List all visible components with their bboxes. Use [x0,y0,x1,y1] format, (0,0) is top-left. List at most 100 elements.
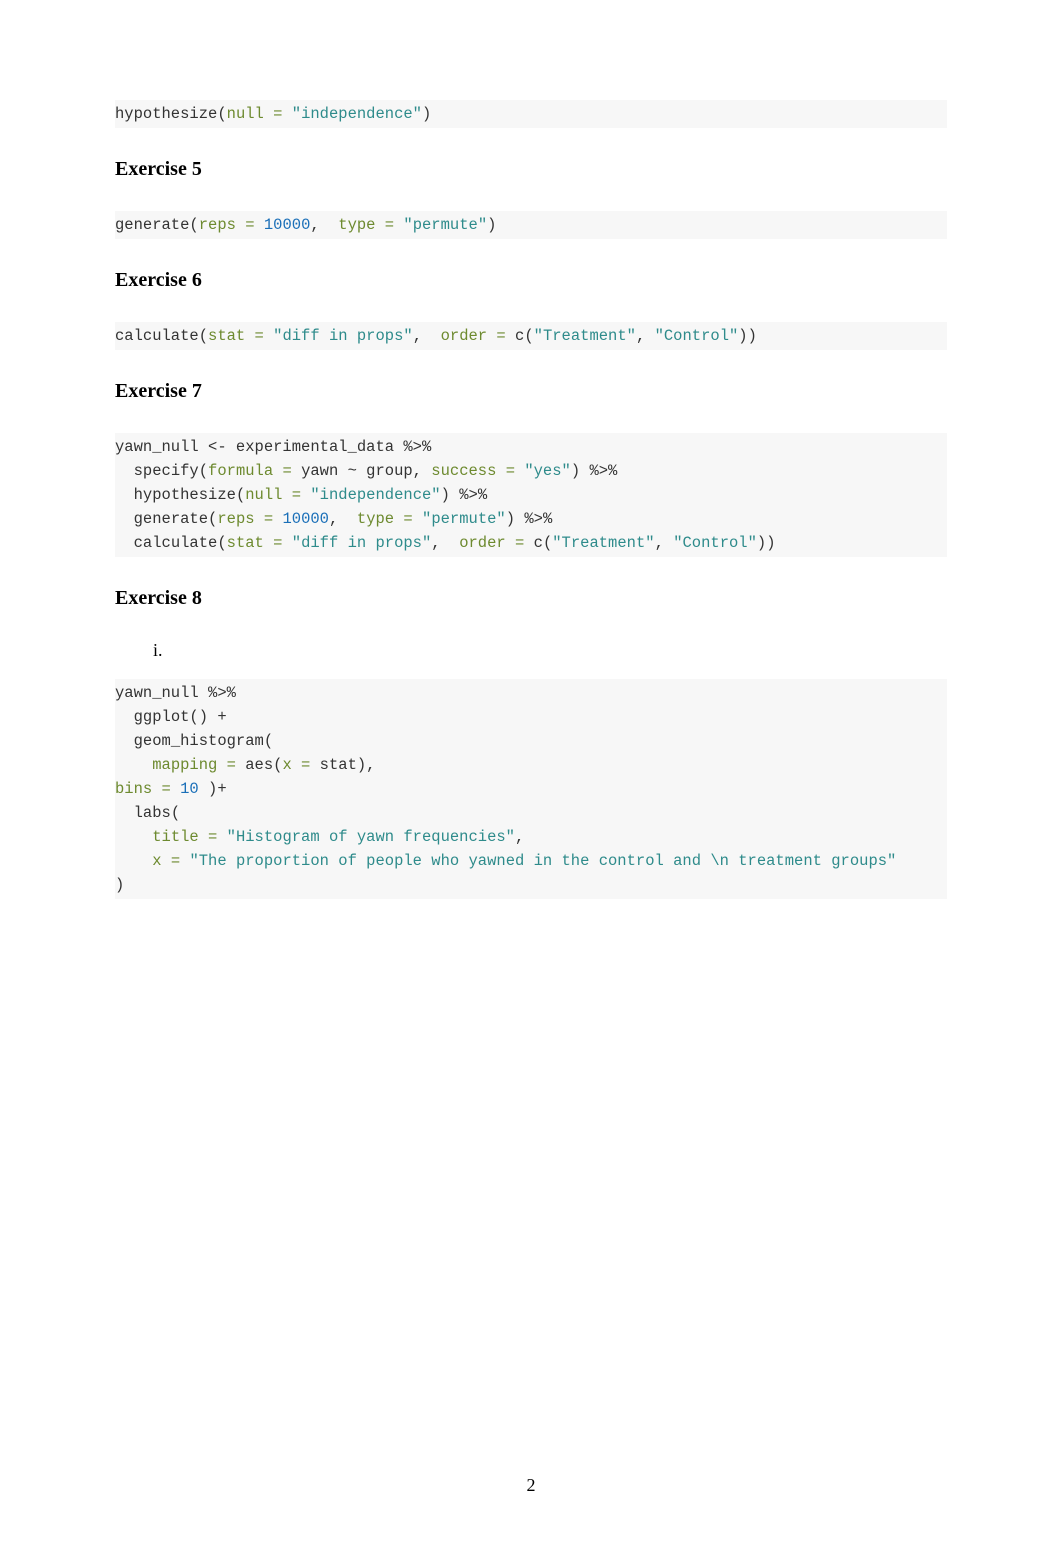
code-token [115,510,134,528]
code-token: ) [487,216,496,234]
code-token: ggplot [134,708,190,726]
code-token: calculate [134,534,218,552]
code-token: "diff in props" [273,327,413,345]
code-token: , [636,327,655,345]
code-token: %>% [589,462,617,480]
document-page: hypothesize(null = "independence") Exerc… [0,0,1062,1556]
code-block-hypothesize: hypothesize(null = "independence") [115,100,947,128]
code-token [115,486,134,504]
code-token: ) [199,780,218,798]
code-token: "permute" [403,216,487,234]
code-token: 10000 [264,216,311,234]
code-token: geom_histogram [134,732,264,750]
heading-exercise-7: Exercise 7 [115,380,947,403]
code-token: ( [189,216,198,234]
code-token: generate [134,510,208,528]
code-token: stat = [208,327,273,345]
code-token: "Treatment" [534,327,636,345]
code-token: )) [757,534,776,552]
code-token: ( [217,534,226,552]
code-token: , [413,327,441,345]
code-token: "Treatment" [552,534,654,552]
code-token [115,804,134,822]
code-token: specify [134,462,199,480]
code-token: yawn_null [115,684,208,702]
code-token: )) [738,327,757,345]
code-token: ) [115,876,124,894]
code-token: reps = [199,216,264,234]
code-token: aes [245,756,273,774]
code-token: <- [208,438,227,456]
code-token: hypothesize [115,105,217,123]
list-item-roman: i. [153,640,947,661]
code-token: "independence" [292,105,422,123]
page-number: 2 [0,1475,1062,1496]
code-token: order = [441,327,515,345]
heading-exercise-5: Exercise 5 [115,158,947,181]
code-token: + [217,708,226,726]
code-token: "yes" [524,462,571,480]
code-block-generate: generate(reps = 10000, type = "permute") [115,211,947,239]
code-token: , [515,828,524,846]
code-token: x = [282,756,319,774]
code-token: ( [236,486,245,504]
code-token: null = [245,486,310,504]
code-token: () [189,708,217,726]
code-token: ( [524,327,533,345]
code-token: x = [152,852,189,870]
code-token: ( [264,732,273,750]
code-token: type = [357,510,422,528]
code-token: ( [217,105,226,123]
code-token: mapping = [152,756,245,774]
code-token: c [515,327,524,345]
code-token: %>% [403,438,431,456]
heading-exercise-6: Exercise 6 [115,269,947,292]
code-token: stat = [227,534,292,552]
code-token [115,534,134,552]
code-block-calculate: calculate(stat = "diff in props", order … [115,322,947,350]
code-token: ) [441,486,460,504]
code-token [115,708,134,726]
code-token: labs [134,804,171,822]
code-token: yawn_null [115,438,208,456]
code-token: ( [208,510,217,528]
code-token: ( [171,804,180,822]
code-token: , [431,534,459,552]
code-token: %>% [208,684,236,702]
code-token: reps = [217,510,282,528]
code-token: hypothesize [134,486,236,504]
code-token: , [329,510,357,528]
code-token [115,828,152,846]
code-token: ( [199,327,208,345]
code-token [115,462,134,480]
code-token: type = [338,216,403,234]
code-token: %>% [524,510,552,528]
code-token: ( [543,534,552,552]
code-token: c [534,534,543,552]
code-token: bins = [115,780,180,798]
code-token: calculate [115,327,199,345]
code-token: ) [422,105,431,123]
code-token: ) [506,510,525,528]
code-token [115,852,152,870]
code-token: stat), [320,756,376,774]
code-token: , [655,534,674,552]
code-token: formula = [208,462,301,480]
code-token: yawn ~ group, [301,462,431,480]
code-block-ggplot: yawn_null %>% ggplot() + geom_histogram(… [115,679,947,899]
code-token: experimental_data [227,438,404,456]
heading-exercise-8: Exercise 8 [115,587,947,610]
code-token: ( [199,462,208,480]
code-token: "independence" [310,486,440,504]
code-token: generate [115,216,189,234]
code-token: ) [571,462,590,480]
code-block-pipeline: yawn_null <- experimental_data %>% speci… [115,433,947,557]
code-token [115,732,134,750]
code-token: order = [459,534,533,552]
code-token: , [310,216,338,234]
code-token: 10000 [282,510,329,528]
code-token: %>% [459,486,487,504]
code-token: title = [152,828,226,846]
code-token: "Control" [655,327,739,345]
code-token: null = [227,105,292,123]
